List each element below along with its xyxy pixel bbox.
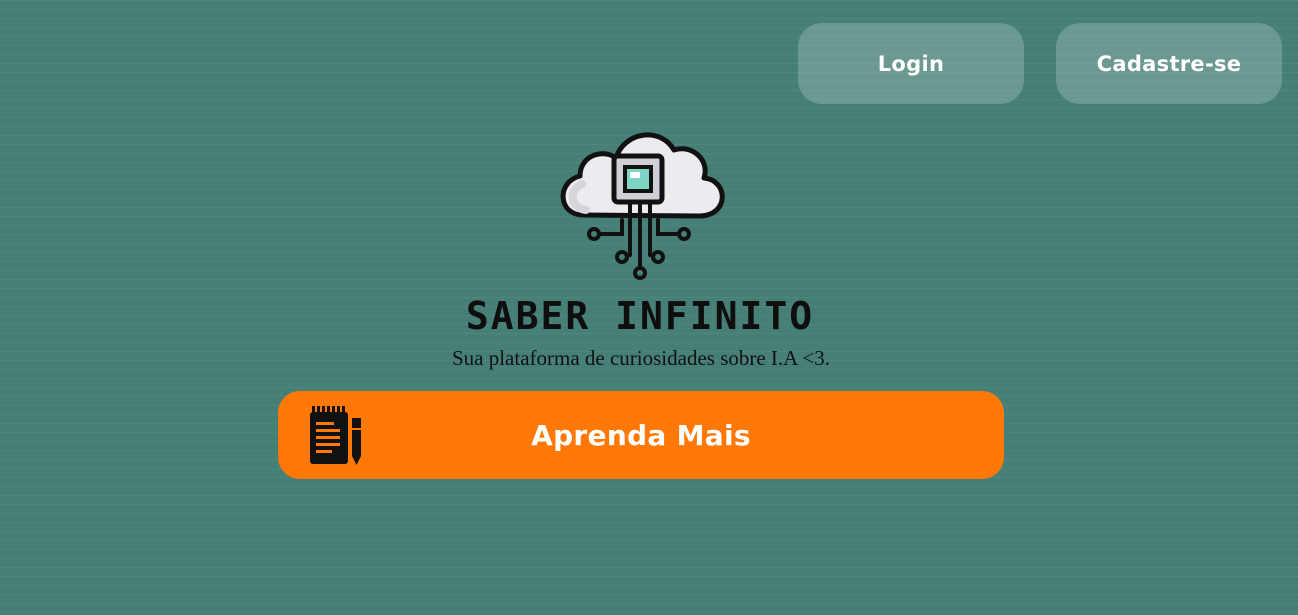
cloud-chip-icon <box>560 132 725 280</box>
login-button[interactable]: Login <box>798 23 1024 104</box>
page-subtitle: Sua plataforma de curiosidades sobre I.A… <box>451 346 831 370</box>
signup-button[interactable]: Cadastre-se <box>1056 23 1282 104</box>
notepad-pencil-icon <box>310 406 361 465</box>
page-title: SABER INFINITO <box>465 294 815 338</box>
learn-more-label: Aprenda Mais <box>531 418 751 452</box>
learn-more-button[interactable]: Aprenda Mais <box>278 391 1004 479</box>
